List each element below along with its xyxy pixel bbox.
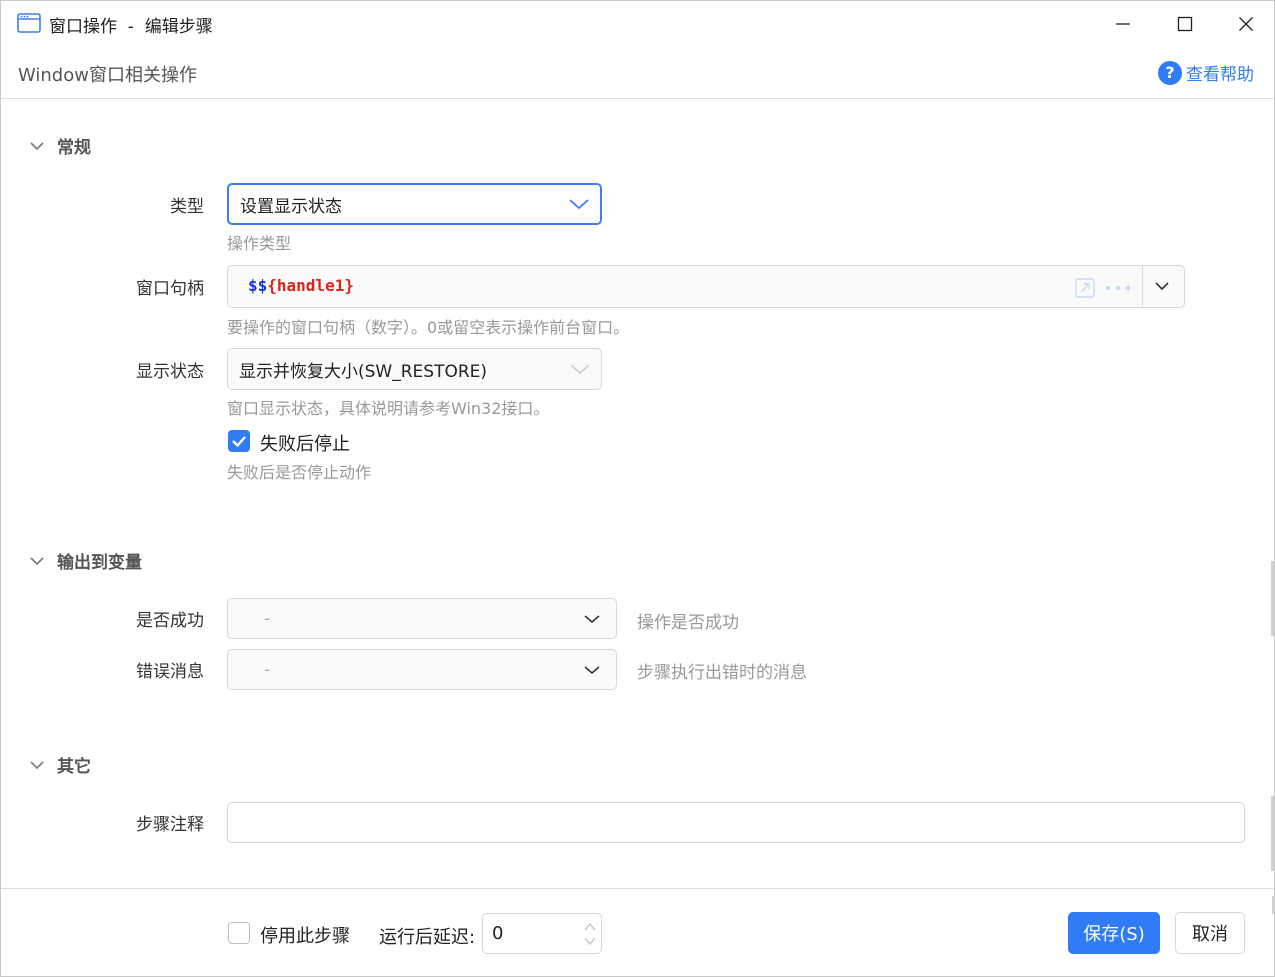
success-label: 是否成功 xyxy=(136,611,204,631)
handle-prefix: $$ xyxy=(248,276,268,295)
maximize-button[interactable] xyxy=(1154,1,1216,47)
handle-divider xyxy=(1142,266,1143,307)
dialog-window: 窗口操作 - 编辑步骤 Window窗口相关操作 ? 查看帮助 常规 类型 设置… xyxy=(0,0,1275,977)
error-variable-select[interactable]: - xyxy=(227,649,617,690)
close-icon xyxy=(1239,17,1253,31)
type-label: 类型 xyxy=(170,197,204,217)
handle-variable: {handle1} xyxy=(267,276,354,295)
checkmark-icon xyxy=(232,436,246,448)
save-button[interactable]: 保存(S) xyxy=(1068,912,1160,954)
handle-expression: $${handle1} xyxy=(248,276,354,295)
more-options-icon[interactable] xyxy=(1105,285,1131,291)
chevron-down-icon xyxy=(570,364,590,375)
section-output-title: 输出到变量 xyxy=(57,553,142,573)
comment-label: 步骤注释 xyxy=(136,815,204,835)
expand-editor-icon[interactable] xyxy=(1074,277,1096,299)
show-state-value: 显示并恢复大小(SW_RESTORE) xyxy=(239,361,488,382)
success-hint: 操作是否成功 xyxy=(637,613,739,633)
section-general-title: 常规 xyxy=(57,138,91,158)
scrollbar-track-lower[interactable] xyxy=(1271,796,1274,871)
handle-label: 窗口句柄 xyxy=(136,279,204,299)
error-variable-value: - xyxy=(264,659,271,680)
maximize-icon xyxy=(1177,16,1193,32)
chevron-down-icon xyxy=(30,141,44,150)
window-app-icon xyxy=(17,13,41,33)
stop-on-fail-checkbox[interactable] xyxy=(228,430,250,452)
help-label: 查看帮助 xyxy=(1186,65,1254,85)
show-state-label: 显示状态 xyxy=(136,362,204,382)
type-hint: 操作类型 xyxy=(227,234,292,253)
delay-value: 0 xyxy=(492,923,504,944)
chevron-down-icon[interactable] xyxy=(1155,281,1169,291)
section-other-toggle[interactable]: 其它 xyxy=(27,752,91,777)
help-link[interactable]: ? 查看帮助 xyxy=(1158,60,1254,85)
chevron-down-icon xyxy=(584,665,600,674)
help-icon: ? xyxy=(1158,60,1182,85)
type-select-value: 设置显示状态 xyxy=(240,196,342,217)
stop-on-fail-label: 失败后停止 xyxy=(260,434,350,455)
handle-hint: 要操作的窗口句柄（数字）。0或留空表示操作前台窗口。 xyxy=(227,318,630,337)
minimize-button[interactable] xyxy=(1092,1,1154,47)
section-other-title: 其它 xyxy=(57,757,91,777)
delay-spinner[interactable]: 0 xyxy=(482,913,602,954)
section-general-toggle[interactable]: 常规 xyxy=(27,133,91,158)
show-state-hint: 窗口显示状态，具体说明请参考Win32接口。 xyxy=(227,399,550,418)
section-output-toggle[interactable]: 输出到变量 xyxy=(27,548,142,573)
minimize-icon xyxy=(1116,23,1130,25)
error-hint: 步骤执行出错时的消息 xyxy=(637,663,807,683)
handle-input[interactable]: $${handle1} xyxy=(227,265,1185,308)
dialog-subheader: Window窗口相关操作 ? 查看帮助 xyxy=(1,47,1274,99)
stop-on-fail-hint: 失败后是否停止动作 xyxy=(227,463,372,482)
type-select[interactable]: 设置显示状态 xyxy=(227,183,602,225)
show-state-select[interactable]: 显示并恢复大小(SW_RESTORE) xyxy=(227,348,602,390)
window-title: 窗口操作 - 编辑步骤 xyxy=(49,17,213,37)
close-button[interactable] xyxy=(1215,1,1275,47)
error-label: 错误消息 xyxy=(136,662,204,682)
chevron-down-icon xyxy=(584,614,600,623)
disable-step-checkbox[interactable] xyxy=(228,922,250,944)
success-variable-select[interactable]: - xyxy=(227,598,617,639)
chevron-down-icon xyxy=(30,760,44,769)
title-bar[interactable]: 窗口操作 - 编辑步骤 xyxy=(1,1,1274,47)
delay-label: 运行后延迟: xyxy=(379,927,476,948)
cancel-button[interactable]: 取消 xyxy=(1175,912,1245,954)
spinner-arrows-icon[interactable] xyxy=(583,920,597,948)
disable-step-label: 停用此步骤 xyxy=(260,926,350,947)
dialog-subtitle: Window窗口相关操作 xyxy=(18,65,197,86)
success-variable-value: - xyxy=(264,608,271,629)
scrollbar-track[interactable] xyxy=(1271,561,1274,636)
chevron-down-icon xyxy=(30,556,44,565)
chevron-down-icon xyxy=(569,199,589,210)
comment-input[interactable] xyxy=(227,802,1245,843)
